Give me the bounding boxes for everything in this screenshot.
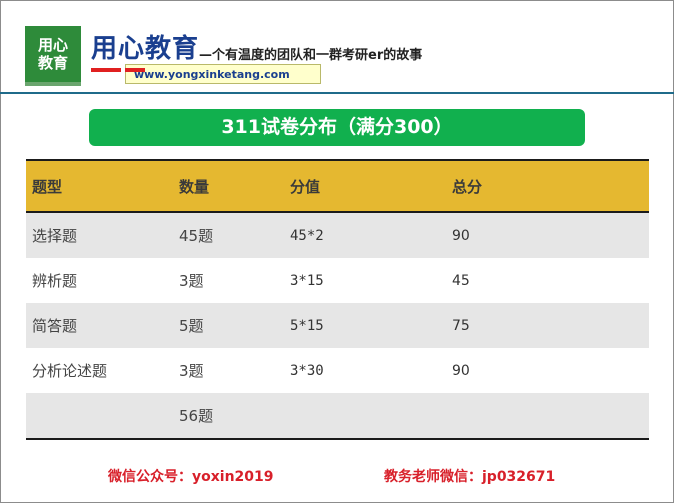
decor-red-bar bbox=[91, 68, 121, 72]
cell-count: 5题 bbox=[179, 317, 204, 335]
table-row: 辨析题 3题 3*15 45 bbox=[26, 258, 649, 303]
cell-count: 56题 bbox=[179, 407, 214, 425]
table-row: 分析论述题 3题 3*30 90 bbox=[26, 348, 649, 393]
logo-shadow bbox=[25, 82, 81, 86]
cell-type: 选择题 bbox=[32, 227, 78, 245]
cell-count: 45题 bbox=[179, 227, 214, 245]
cell-type: 分析论述题 bbox=[32, 362, 108, 380]
brand-logo: 用心 教育 bbox=[25, 26, 81, 86]
header-points: 分值 bbox=[290, 177, 321, 196]
logo-text-line1: 用心 bbox=[37, 36, 68, 54]
cell-total: 75 bbox=[452, 317, 470, 334]
footer-wechat-public: 微信公众号：yoxin2019 bbox=[108, 469, 274, 485]
cell-points: 3*30 bbox=[290, 362, 324, 379]
header-divider bbox=[0, 92, 674, 94]
header-type: 题型 bbox=[32, 177, 63, 196]
page-title: 311试卷分布（满分300） bbox=[89, 109, 585, 146]
exam-distribution-table: 题型 数量 分值 总分 选择题 45题 45*2 90 辨析题 3题 3*15 … bbox=[26, 159, 649, 440]
decor-red-bar bbox=[125, 68, 145, 72]
logo-text-line2: 教育 bbox=[37, 54, 68, 72]
header-total: 总分 bbox=[452, 177, 483, 196]
cell-count: 3题 bbox=[179, 272, 204, 290]
table-bottom-border bbox=[26, 438, 649, 440]
table-row: 简答题 5题 5*15 75 bbox=[26, 303, 649, 348]
header-count: 数量 bbox=[179, 177, 210, 196]
footer-teacher-wechat: 教务老师微信：jp032671 bbox=[384, 469, 556, 485]
cell-type: 简答题 bbox=[32, 317, 78, 335]
cell-total: 45 bbox=[452, 272, 470, 289]
cell-type: 辨析题 bbox=[32, 272, 78, 290]
brand-name: 用心教育 bbox=[91, 34, 200, 64]
cell-total: 90 bbox=[452, 362, 470, 379]
table-header-row: 题型 数量 分值 总分 bbox=[26, 159, 649, 213]
cell-points: 3*15 bbox=[290, 272, 324, 289]
cell-total: 90 bbox=[452, 227, 470, 244]
website-url[interactable]: www.yongxinketang.com bbox=[125, 64, 321, 84]
table-row-total: 56题 bbox=[26, 393, 649, 438]
cell-points: 45*2 bbox=[290, 227, 324, 244]
brand-slogan: —个有温度的团队和一群考研er的故事 bbox=[199, 48, 423, 63]
cell-count: 3题 bbox=[179, 362, 204, 380]
cell-points: 5*15 bbox=[290, 317, 324, 334]
table-row: 选择题 45题 45*2 90 bbox=[26, 213, 649, 258]
